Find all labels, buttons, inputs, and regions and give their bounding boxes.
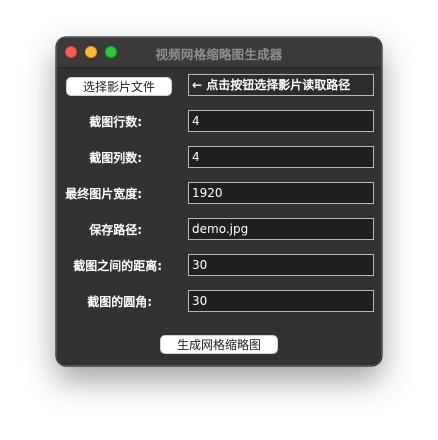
corner-radius-label: 截图的圆角: <box>87 295 152 309</box>
spacing-input[interactable]: 30 <box>188 254 374 276</box>
rows-input[interactable]: 4 <box>188 110 374 132</box>
corner-radius-input[interactable]: 30 <box>188 290 374 312</box>
columns-input[interactable]: 4 <box>188 146 374 168</box>
title-bar[interactable]: 视频网格缩略图生成器 <box>57 38 381 68</box>
select-video-button[interactable]: 选择影片文件 <box>66 77 172 96</box>
app-window: 视频网格缩略图生成器 选择影片文件 ← 点击按钮选择影片读取路径 截图行数: 4… <box>56 37 382 366</box>
form-panel: 选择影片文件 ← 点击按钮选择影片读取路径 截图行数: 4 截图列数: 4 最终… <box>57 68 381 365</box>
width-input[interactable]: 1920 <box>188 182 374 204</box>
save-path-label: 保存路径: <box>89 223 142 237</box>
window-title: 视频网格缩略图生成器 <box>155 47 283 62</box>
generate-grid-button[interactable]: 生成网格缩略图 <box>160 335 278 354</box>
spacing-label: 截图之间的距离: <box>73 259 162 273</box>
columns-label: 截图列数: <box>89 151 142 165</box>
width-label: 最终图片宽度: <box>65 187 142 201</box>
rows-label: 截图行数: <box>89 115 142 129</box>
path-hint-field: ← 点击按钮选择影片读取路径 <box>188 74 374 96</box>
save-path-input[interactable]: demo.jpg <box>188 218 374 240</box>
